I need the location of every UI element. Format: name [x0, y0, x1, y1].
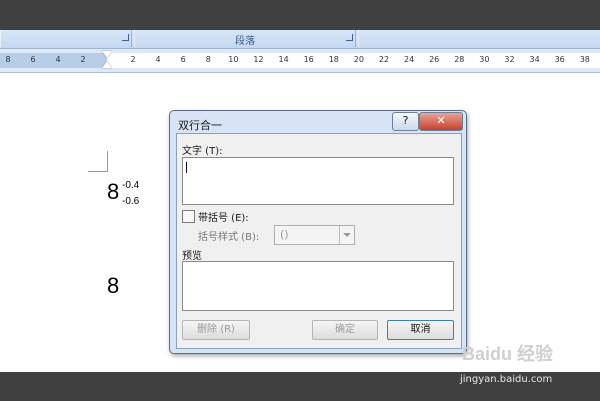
- text-input[interactable]: [182, 157, 454, 205]
- bracket-style-select[interactable]: (): [274, 225, 355, 245]
- ruler-tick-label: 30: [479, 55, 490, 64]
- expression-1-base: 8: [107, 179, 120, 204]
- ruler-tick-label: 20: [353, 55, 364, 64]
- ruler-tick-label: 6: [180, 55, 186, 64]
- ruler-tick-label: 34: [529, 55, 540, 64]
- ruler-tick-label: 4: [155, 55, 161, 64]
- ruler-tick-label: 32: [504, 55, 515, 64]
- ruler-tick-label: 2: [80, 55, 86, 64]
- dialog-body: 文字 (T): 带括号 (E): 括号样式 (B): () 预览 删除 (R) …: [176, 133, 462, 349]
- font-dialog-launcher-icon[interactable]: [122, 34, 129, 41]
- text-label: 文字 (T):: [182, 146, 223, 157]
- bracket-label: 带括号 (E):: [198, 213, 249, 224]
- preview-label: 预览: [182, 251, 202, 262]
- ruler-tick-label: 12: [253, 55, 264, 64]
- ok-button[interactable]: 确定: [312, 320, 378, 340]
- help-button[interactable]: ?: [392, 112, 419, 131]
- margin-corner-mark: [88, 151, 108, 172]
- ruler-tick-label: 24: [404, 55, 415, 64]
- ruler-tick-label: 8: [205, 55, 211, 64]
- cancel-button[interactable]: 取消: [387, 320, 454, 340]
- ruler-tick-label: 28: [454, 55, 465, 64]
- expression-1-superscript: -0.4: [122, 180, 140, 191]
- paragraph-dialog-launcher-icon[interactable]: [346, 34, 353, 41]
- close-button[interactable]: ✕: [419, 112, 463, 131]
- ribbon-group-strip: 段落: [0, 30, 600, 49]
- bracket-style-value: (): [280, 228, 289, 241]
- bracket-checkbox[interactable]: [182, 210, 195, 223]
- ruler-tick-label: 4: [55, 55, 61, 64]
- dialog-title: 双行合一: [178, 119, 222, 132]
- ruler-tick-label: 14: [278, 55, 289, 64]
- hanging-indent-marker[interactable]: [102, 61, 112, 68]
- paragraph-group-label: 段落: [235, 36, 255, 47]
- ruler-tick-label: 26: [429, 55, 440, 64]
- ruler-tick-label: 16: [303, 55, 314, 64]
- combine-characters-dialog: 双行合一 ? ✕ 文字 (T): 带括号 (E): 括号样式 (B): () 预…: [169, 110, 467, 354]
- horizontal-ruler[interactable]: 8 6 4 2 2 4 6 8 10 12 14 16 18 20 22 24 26 28 30 32 34 36 38: [0, 49, 600, 73]
- ruler-tick-label: 10: [228, 55, 239, 64]
- delete-button[interactable]: 删除 (R): [182, 320, 250, 340]
- ruler-tick-label: 36: [554, 55, 565, 64]
- text-caret: [186, 162, 187, 173]
- ruler-tick-label: 22: [378, 55, 390, 64]
- first-line-indent-marker[interactable]: [102, 51, 112, 58]
- ruler-tick-label: 8: [5, 55, 11, 64]
- top-chrome-bar: [0, 0, 600, 30]
- ribbon-group-styles: [358, 30, 600, 47]
- ruler-tick-label: 6: [30, 55, 36, 64]
- expression-1-subscript: -0.6: [122, 196, 140, 207]
- chevron-down-icon[interactable]: [339, 226, 354, 244]
- ruler-tick-label: 18: [328, 55, 339, 64]
- expression-2-base: 8: [107, 273, 120, 298]
- ribbon-group-paragraph: 段落: [134, 30, 356, 47]
- ruler-left-margin: [0, 53, 107, 68]
- preview-box: [182, 261, 454, 311]
- ruler-tick-label: 38: [579, 55, 590, 64]
- ribbon-group-font: [0, 30, 132, 47]
- bracket-style-label: 括号样式 (B):: [198, 232, 260, 243]
- ruler-tick-label: 2: [130, 55, 136, 64]
- watermark-logo: Baidu 经验: [462, 344, 554, 364]
- watermark-url: jingyan.baidu.com: [460, 374, 553, 385]
